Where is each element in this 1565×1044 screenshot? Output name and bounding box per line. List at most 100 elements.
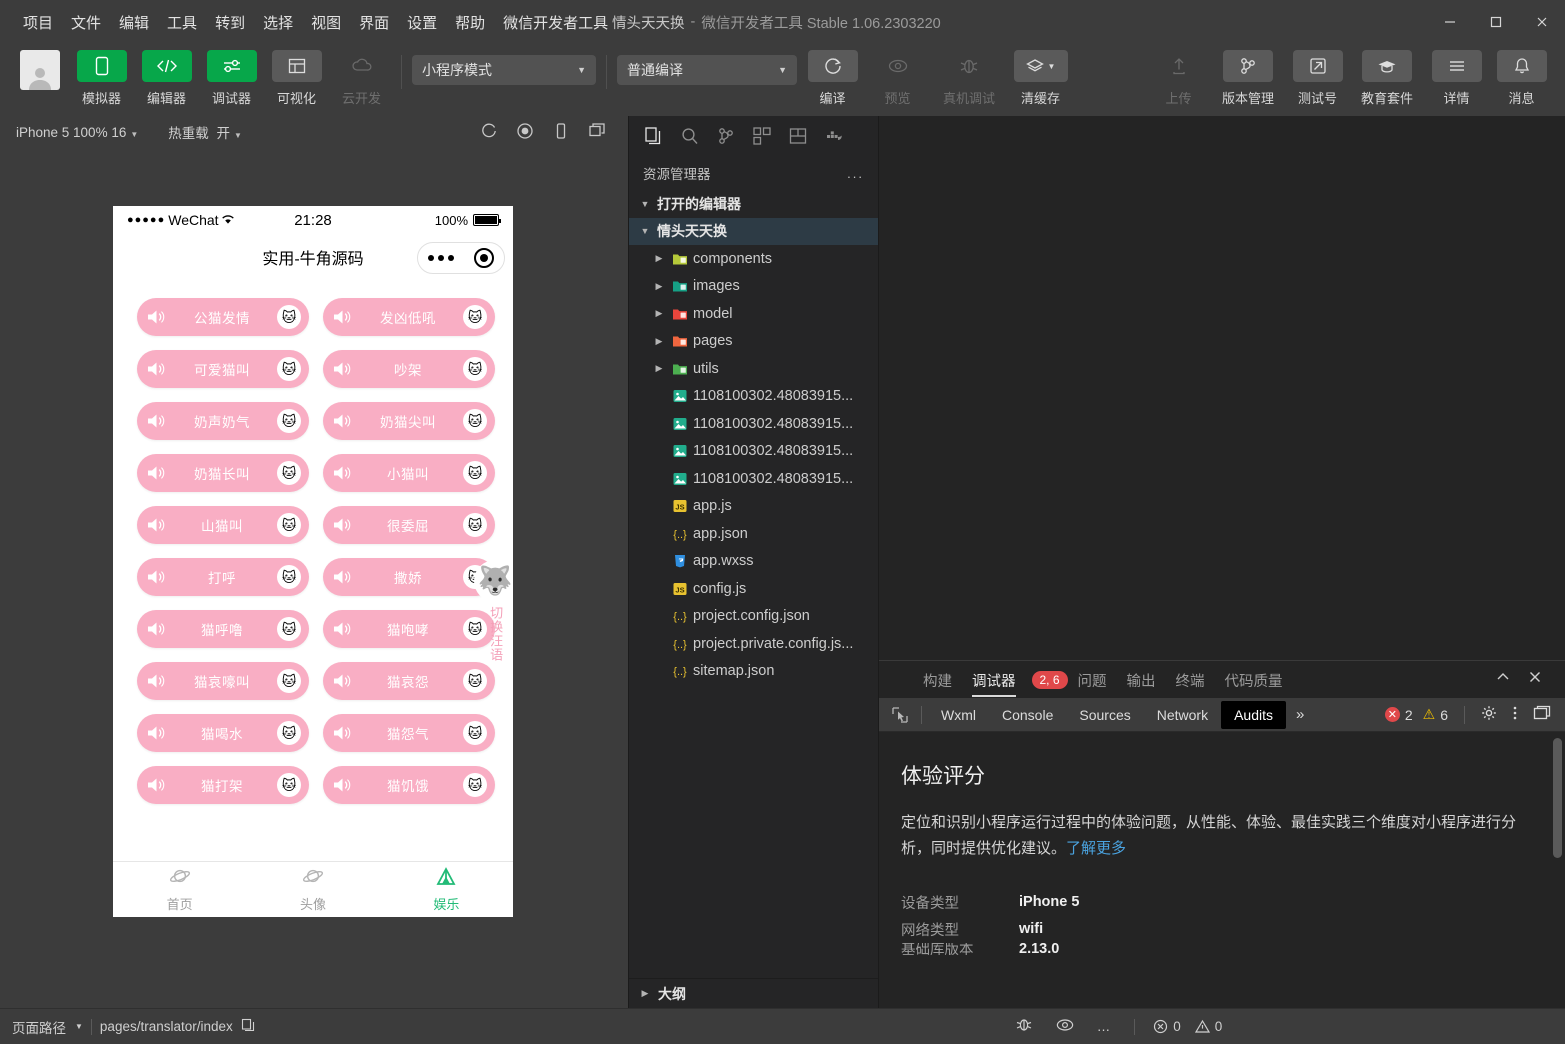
- version-control-button[interactable]: [1223, 50, 1273, 82]
- hot-reload-select[interactable]: 热重载 开▼: [160, 119, 250, 145]
- devtools-tab-console[interactable]: Console: [989, 701, 1066, 729]
- explorer-file-9[interactable]: {..}project.private.config.js...: [629, 630, 878, 658]
- explorer-file-2[interactable]: 1108100302.48083915...: [629, 438, 878, 466]
- explorer-file-6[interactable]: app.wxss: [629, 548, 878, 576]
- menu-item-goto[interactable]: 转到: [206, 8, 254, 37]
- error-count-chip[interactable]: ✕ 2: [1385, 707, 1413, 723]
- menu-item-devtools[interactable]: 微信开发者工具: [494, 8, 617, 37]
- devtools-tab-network[interactable]: Network: [1144, 701, 1221, 729]
- explorer-file-10[interactable]: {..}sitemap.json: [629, 658, 878, 686]
- sound-button[interactable]: 猫哀嚎叫🐱: [137, 662, 309, 700]
- multi-window-icon[interactable]: [588, 122, 606, 143]
- visual-button[interactable]: [272, 50, 322, 82]
- sound-button[interactable]: 发凶低吼🐱: [323, 298, 495, 336]
- sound-button[interactable]: 公猫发情🐱: [137, 298, 309, 336]
- dock-icon[interactable]: [1533, 705, 1551, 724]
- sound-button[interactable]: 猫怨气🐱: [323, 714, 495, 752]
- refresh-icon[interactable]: [480, 122, 498, 143]
- avatar[interactable]: [20, 50, 60, 90]
- menu-item-tools[interactable]: 工具: [158, 8, 206, 37]
- panel-tab-debugger[interactable]: 调试器: [962, 661, 1026, 699]
- extensions-icon[interactable]: [747, 121, 777, 151]
- explorer-file-5[interactable]: {..}app.json: [629, 520, 878, 548]
- explorer-file-3[interactable]: 1108100302.48083915...: [629, 465, 878, 493]
- rotate-device-icon[interactable]: [552, 122, 570, 143]
- sound-button[interactable]: 奶猫长叫🐱: [137, 454, 309, 492]
- tab-avatar[interactable]: 头像: [246, 867, 379, 913]
- sound-button[interactable]: 打呼🐱: [137, 558, 309, 596]
- panel-tab-terminal[interactable]: 终端: [1166, 661, 1215, 699]
- devtools-tab-wxml[interactable]: Wxml: [928, 701, 989, 729]
- minimize-button[interactable]: [1427, 0, 1473, 44]
- switch-dog-language-button[interactable]: 🐺 切换汪语: [465, 560, 513, 662]
- explorer-folder-components[interactable]: ▶components: [629, 245, 878, 273]
- search-icon[interactable]: [675, 121, 705, 151]
- more-icon[interactable]: …: [1097, 1019, 1113, 1034]
- record-icon[interactable]: [516, 122, 534, 143]
- explorer-folder-pages[interactable]: ▶pages: [629, 328, 878, 356]
- panel-tab-problems[interactable]: 问题: [1068, 661, 1117, 699]
- sound-button[interactable]: 很委屈🐱: [323, 506, 495, 544]
- tab-entertainment[interactable]: 娱乐: [380, 867, 513, 913]
- files-icon[interactable]: [639, 121, 669, 151]
- sound-button[interactable]: 猫饥饿🐱: [323, 766, 495, 804]
- explorer-section-1[interactable]: ▼情头天天换: [629, 218, 878, 246]
- chevron-right-icon[interactable]: ▶: [651, 308, 667, 319]
- education-kit-button[interactable]: [1362, 50, 1412, 82]
- editor-button[interactable]: [142, 50, 192, 82]
- status-error-chip[interactable]: 0: [1153, 1019, 1181, 1034]
- menu-item-interface[interactable]: 界面: [350, 8, 398, 37]
- sound-button[interactable]: 吵架🐱: [323, 350, 495, 388]
- explorer-file-7[interactable]: JSconfig.js: [629, 575, 878, 603]
- close-icon[interactable]: [1527, 669, 1543, 690]
- sound-button[interactable]: 奶声奶气🐱: [137, 402, 309, 440]
- source-control-icon[interactable]: [711, 121, 741, 151]
- mode-select[interactable]: 小程序模式 ▼: [412, 55, 596, 85]
- explorer-file-4[interactable]: JSapp.js: [629, 493, 878, 521]
- chevron-right-icon[interactable]: ▶: [651, 253, 667, 264]
- devtools-tab-audits[interactable]: Audits: [1221, 701, 1286, 729]
- panel-tab-output[interactable]: 输出: [1117, 661, 1166, 699]
- sound-button[interactable]: 可爱猫叫🐱: [137, 350, 309, 388]
- status-warning-chip[interactable]: 0: [1195, 1019, 1223, 1034]
- chevron-right-icon[interactable]: ▶: [651, 336, 667, 347]
- copy-icon[interactable]: [241, 1018, 255, 1035]
- audits-scrollbar[interactable]: [1553, 738, 1562, 858]
- chevron-right-icon[interactable]: ▶: [651, 363, 667, 374]
- sound-button[interactable]: 小猫叫🐱: [323, 454, 495, 492]
- debugger-button[interactable]: [207, 50, 257, 82]
- explorer-folder-images[interactable]: ▶images: [629, 273, 878, 301]
- menu-item-help[interactable]: 帮助: [446, 8, 494, 37]
- messages-button[interactable]: [1497, 50, 1547, 82]
- panel-tab-build[interactable]: 构建: [913, 661, 962, 699]
- docker-icon[interactable]: [819, 121, 849, 151]
- gear-icon[interactable]: [1481, 705, 1497, 724]
- menu-item-project[interactable]: 项目: [14, 8, 62, 37]
- outline-section[interactable]: ▶ 大纲: [629, 978, 878, 1008]
- menu-item-view[interactable]: 视图: [302, 8, 350, 37]
- inspect-icon[interactable]: [885, 706, 915, 724]
- explorer-folder-model[interactable]: ▶model: [629, 300, 878, 328]
- kebab-menu-icon[interactable]: [1507, 705, 1523, 724]
- details-button[interactable]: [1432, 50, 1482, 82]
- menu-item-edit[interactable]: 编辑: [110, 8, 158, 37]
- menu-item-file[interactable]: 文件: [62, 8, 110, 37]
- clear-cache-button[interactable]: ▼: [1014, 50, 1068, 82]
- explorer-section-0[interactable]: ▼打开的编辑器: [629, 190, 878, 218]
- panel-tab-code-quality[interactable]: 代码质量: [1215, 661, 1293, 699]
- explorer-folder-utils[interactable]: ▶utils: [629, 355, 878, 383]
- menu-item-settings[interactable]: 设置: [398, 8, 446, 37]
- chevron-up-icon[interactable]: [1495, 669, 1511, 690]
- warning-count-chip[interactable]: ⚠ 6: [1423, 706, 1448, 723]
- compile-button[interactable]: [808, 50, 858, 82]
- explorer-file-8[interactable]: {..}project.config.json: [629, 603, 878, 631]
- wechat-capsule[interactable]: [417, 242, 505, 274]
- close-page-icon[interactable]: [474, 248, 494, 268]
- learn-more-link[interactable]: 了解更多: [1066, 840, 1126, 857]
- device-select[interactable]: iPhone 5 100% 16▼: [8, 122, 146, 143]
- more-dots-icon[interactable]: [428, 255, 454, 261]
- bug-icon[interactable]: [1015, 1016, 1033, 1037]
- test-account-button[interactable]: [1293, 50, 1343, 82]
- eye-icon[interactable]: [1055, 1017, 1075, 1036]
- maximize-button[interactable]: [1473, 0, 1519, 44]
